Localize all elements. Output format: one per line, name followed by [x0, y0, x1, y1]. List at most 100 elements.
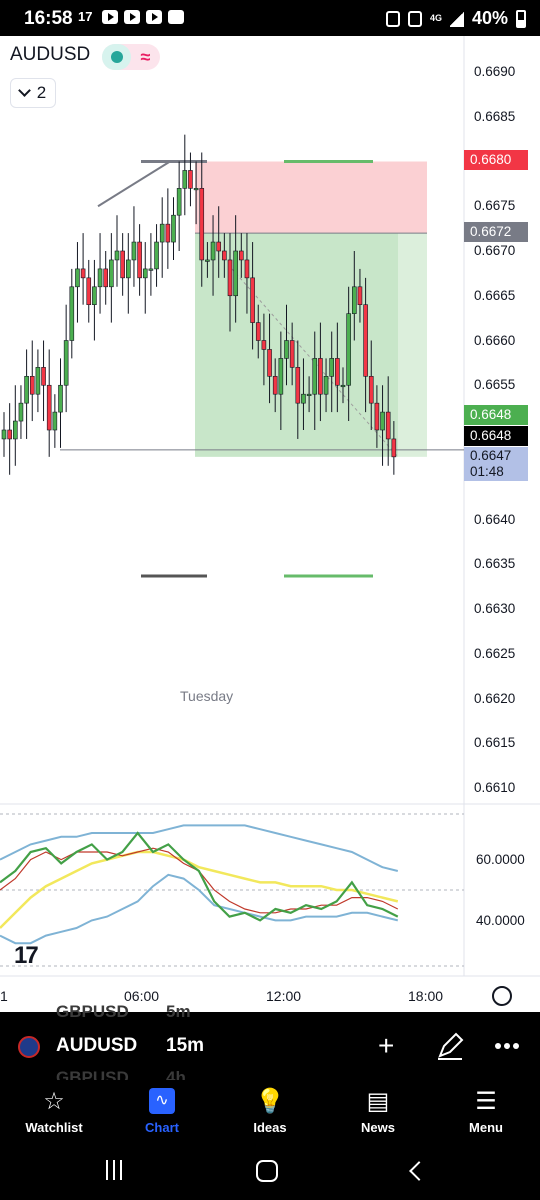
chart-settings-icon[interactable] — [492, 986, 512, 1006]
candle — [188, 170, 193, 189]
current-price-tag: 0.6647 01:48 — [464, 447, 528, 481]
candle — [29, 375, 35, 395]
nav-chart[interactable]: ∿ Chart — [112, 1086, 212, 1135]
candle — [272, 375, 278, 395]
nav-label: Chart — [145, 1120, 179, 1135]
candle — [41, 367, 46, 386]
news-icon: ▤ — [366, 1087, 390, 1115]
candle — [63, 340, 69, 386]
ghost-symbol: GBPUSD — [56, 1002, 129, 1021]
candle — [278, 358, 284, 395]
price-axis-label: 0.6630 — [474, 601, 516, 616]
australia-flag-icon — [18, 1036, 40, 1058]
candle — [329, 358, 335, 377]
add-icon[interactable]: + — [378, 1032, 394, 1060]
vibrate-icon — [407, 10, 422, 27]
indicator-count: 2 — [36, 83, 47, 102]
price-axis-label: 0.6615 — [474, 735, 516, 751]
youtube-notification-icon — [124, 10, 140, 24]
nav-ideas[interactable]: 💡 Ideas — [220, 1086, 320, 1136]
candle — [363, 304, 368, 377]
price-axis-label: 0.6635 — [474, 556, 516, 572]
indicator-collapse-button[interactable]: 2 — [10, 78, 56, 108]
gallery-notification-icon — [168, 10, 184, 24]
menu-icon: ☰ — [475, 1087, 497, 1115]
candle — [284, 340, 289, 359]
candle — [289, 340, 295, 368]
chevron-down-icon — [17, 84, 31, 97]
candle — [18, 402, 24, 422]
time-label: 06:00 — [124, 988, 160, 1004]
clock: 16:58 — [24, 8, 73, 29]
candle — [210, 241, 216, 261]
recents-icon[interactable] — [106, 1160, 128, 1182]
candle — [250, 277, 255, 323]
candle — [374, 402, 380, 431]
candle — [357, 286, 363, 306]
drawing-tools-icon[interactable] — [436, 1032, 464, 1060]
candle — [154, 241, 159, 270]
chart-canvas[interactable] — [0, 36, 540, 1012]
candle — [295, 367, 301, 404]
bar-countdown: 01:48 — [470, 464, 504, 479]
price-axis-label: 0.6690 — [474, 64, 516, 79]
nav-news[interactable]: ▤ News — [328, 1086, 428, 1136]
candle — [86, 277, 92, 306]
candle — [46, 384, 52, 431]
time-label: 1 — [0, 988, 8, 1004]
last-price-green-tag: 0.6648 — [464, 405, 528, 425]
candle — [148, 268, 154, 271]
back-icon[interactable] — [409, 1161, 429, 1181]
symbol-title[interactable]: AUDUSD — [10, 44, 90, 66]
price-axis-label: 0.6665 — [474, 287, 516, 303]
candle — [380, 411, 385, 431]
candle — [227, 259, 233, 297]
trend-line — [97, 160, 171, 208]
chart-area[interactable]: AUDUSD ≈ 2 0.6690 0.6685 0.6675 0.6670 0.666… — [0, 36, 540, 1012]
price-axis-label: 0.6675 — [474, 198, 516, 214]
nav-watchlist[interactable]: ☆ Watchlist — [4, 1086, 104, 1136]
candle — [80, 268, 86, 279]
candle — [346, 313, 351, 386]
candle — [193, 188, 199, 191]
entry-price-tag: 0.6672 — [464, 222, 528, 242]
status-bar: 16:58 17 4G 40% — [0, 0, 540, 36]
candle — [92, 286, 97, 306]
symbol-selector[interactable]: AUDUSD — [56, 1035, 137, 1057]
market-status-pill[interactable]: ≈ — [102, 44, 160, 70]
candle — [239, 250, 244, 261]
oscillator-label-40: 40.0000 — [476, 913, 525, 928]
candle — [58, 384, 63, 413]
interval-selector[interactable]: 15m — [166, 1035, 204, 1057]
delay-wave-icon: ≈ — [140, 46, 151, 67]
take-profit-zone-extension — [398, 233, 427, 457]
candle — [368, 375, 374, 404]
candle — [385, 411, 391, 440]
current-price: 0.6647 — [470, 448, 512, 463]
home-icon[interactable] — [256, 1160, 278, 1182]
candle — [1, 429, 7, 440]
candle — [137, 241, 142, 279]
day-label: Tuesday — [180, 688, 234, 704]
network-type: 4G — [429, 13, 442, 23]
candle — [159, 223, 165, 243]
candle — [7, 429, 12, 440]
bottom-navigation: ☆ Watchlist ∿ Chart 💡 Ideas ▤ News ☰ Men… — [0, 1080, 540, 1144]
oscillator-label-60: 60.0000 — [476, 852, 525, 867]
candle — [312, 358, 318, 395]
nav-label: Menu — [469, 1120, 503, 1135]
price-axis-label: 0.6610 — [474, 780, 516, 795]
price-axis-label: 0.6660 — [474, 332, 516, 348]
notification-icons: 17 — [78, 10, 184, 24]
battery-icon — [516, 9, 526, 28]
chart-icon: ∿ — [149, 1088, 175, 1114]
more-options-icon[interactable] — [494, 1042, 520, 1050]
bollinger-upper-line — [0, 824, 399, 872]
candle — [199, 188, 205, 261]
lightbulb-icon: 💡 — [255, 1087, 285, 1115]
candle — [52, 411, 58, 431]
candle — [216, 241, 221, 252]
price-axis-label: 0.6625 — [474, 645, 516, 661]
battery-percent: 40% — [471, 8, 508, 28]
nav-menu[interactable]: ☰ Menu — [436, 1086, 536, 1136]
